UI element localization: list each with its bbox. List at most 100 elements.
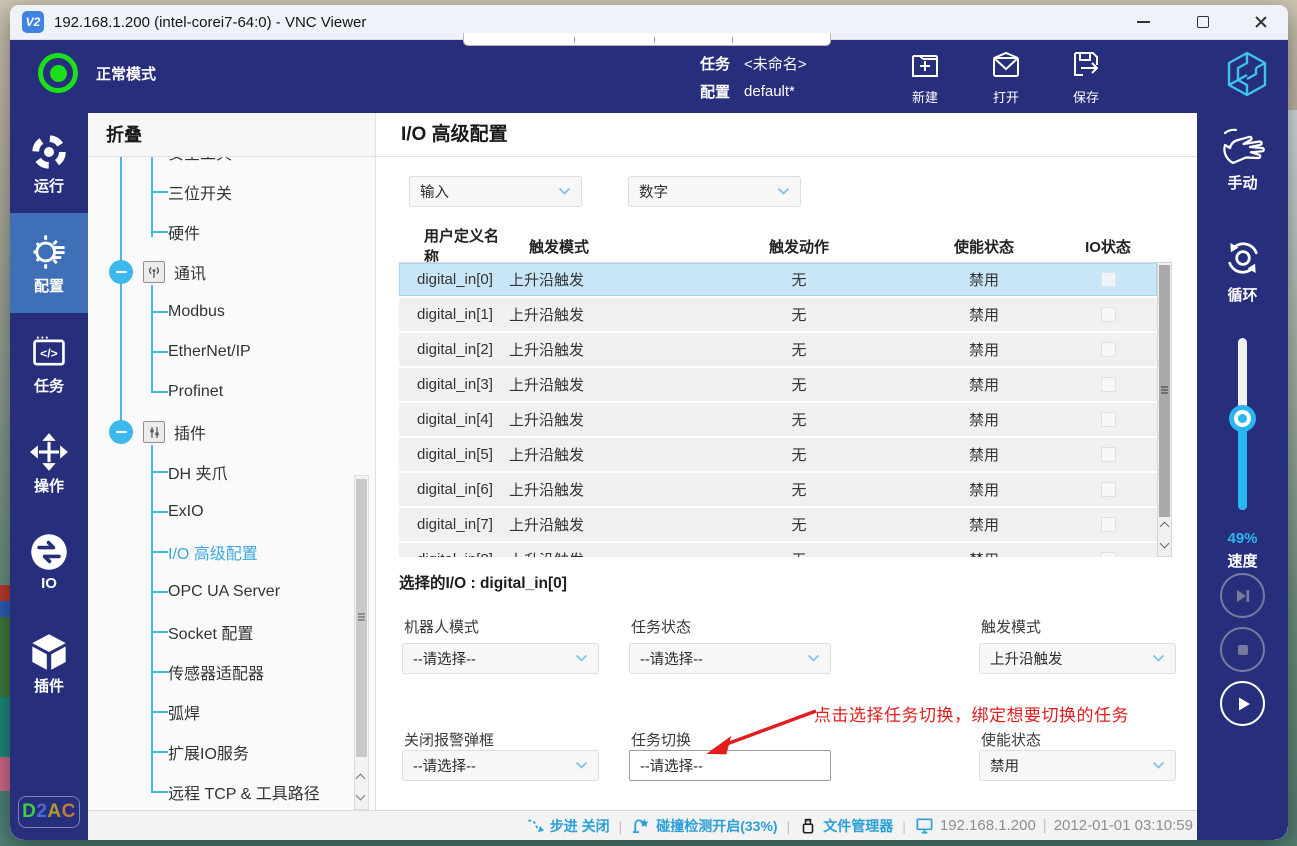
tree-item[interactable]: Profinet	[88, 372, 359, 412]
maximize-button[interactable]	[1181, 5, 1225, 39]
io-table-row[interactable]: digital_in[8]上升沿触发无禁用	[399, 543, 1157, 557]
io-direction-dropdown[interactable]: 输入	[409, 176, 582, 207]
task-status-dropdown[interactable]: --请选择--	[629, 643, 831, 674]
cycle-mode-button[interactable]: 循环	[1197, 235, 1288, 305]
d2ac-badge: D2AC	[18, 796, 80, 828]
dropdown-value: 输入	[420, 185, 449, 201]
minimize-button[interactable]	[1121, 5, 1165, 39]
table-scrollbar[interactable]	[1157, 262, 1172, 557]
io-table-row[interactable]: digital_in[1] 上升沿触发 无 禁用	[399, 298, 1157, 331]
trigger-action-cell: 无	[791, 377, 807, 394]
tree-item[interactable]: DH 夹爪	[88, 452, 359, 492]
io-name-cell: digital_in[1]	[417, 306, 493, 323]
tree-connector-tick	[151, 191, 168, 193]
config-label: 配置	[700, 83, 731, 101]
sidebar-item-task[interactable]: </> 任务	[10, 313, 88, 413]
enable-state-dropdown[interactable]: 禁用	[979, 750, 1176, 781]
desktop-wallpaper-fragment	[0, 601, 10, 617]
chevron-down-icon	[575, 761, 588, 769]
tree-item[interactable]: 三位开关	[88, 172, 359, 212]
trigger-mode-dropdown[interactable]: 上升沿触发	[979, 643, 1176, 674]
tree-collapse-header[interactable]: 折叠	[88, 113, 375, 157]
task-value: <未命名>	[744, 55, 807, 73]
task-config-info: 任务 <未命名> 配置 default*	[700, 49, 807, 105]
scroll-up-icon[interactable]	[1159, 521, 1170, 532]
step-status-text: 步进 关闭	[549, 817, 610, 834]
io-state-checkbox[interactable]	[1100, 482, 1116, 497]
open-button[interactable]: 打开	[968, 48, 1044, 106]
io-table-row[interactable]: digital_in[0] 上升沿触发 无 禁用	[399, 263, 1157, 296]
collapse-minus-icon[interactable]	[109, 420, 133, 444]
vnc-toolbar-tab[interactable]	[463, 33, 831, 46]
io-table-row[interactable]: digital_in[7] 上升沿触发 无 禁用	[399, 508, 1157, 541]
collision-detection-status[interactable]: 碰撞检测开启(33%)	[631, 816, 778, 836]
trigger-mode-cell: 上升沿触发	[509, 447, 585, 464]
datetime: 2012-01-01 03:10:59	[1053, 817, 1193, 834]
tree-item[interactable]: I/O 高级配置	[88, 532, 359, 572]
table-scrollbar-thumb[interactable]	[1159, 265, 1170, 517]
d2ac-letter: 2	[36, 801, 48, 822]
speed-slider-handle[interactable]	[1229, 405, 1256, 432]
tree-connector-tick	[151, 671, 168, 673]
sidebar-item-run[interactable]: 运行	[10, 113, 88, 213]
scroll-down-icon[interactable]	[1159, 538, 1170, 549]
collapse-minus-icon[interactable]	[109, 260, 133, 284]
tree-item[interactable]: EtherNet/IP	[88, 332, 359, 372]
robot-app: 正常模式 任务 <未命名> 配置 default* 新建 打开 保存 运行 配置…	[10, 40, 1288, 840]
manual-mode-button[interactable]: 手动	[1197, 127, 1288, 193]
step-status[interactable]: 步进 关闭	[526, 816, 610, 836]
close-button[interactable]	[1239, 5, 1283, 39]
stop-button[interactable]	[1220, 627, 1265, 672]
sidebar-item-label: 插件	[33, 678, 64, 695]
tree-item[interactable]: 硬件	[88, 212, 359, 252]
close-alarm-popup-dropdown[interactable]: --请选择--	[402, 750, 599, 781]
tree-item[interactable]: Socket 配置	[88, 612, 359, 652]
io-type-dropdown[interactable]: 数字	[628, 176, 801, 207]
tree-item[interactable]: 传感器适配器	[88, 652, 359, 692]
sidebar-item-plugin[interactable]: 插件	[10, 613, 88, 713]
tree-connector-tick	[151, 231, 168, 233]
io-table-row[interactable]: digital_in[3] 上升沿触发 无 禁用	[399, 368, 1157, 401]
enable-state-cell: 禁用	[968, 412, 999, 429]
io-table-row[interactable]: digital_in[6] 上升沿触发 无 禁用	[399, 473, 1157, 506]
io-state-checkbox[interactable]	[1100, 307, 1116, 322]
tree-item[interactable]: OPC UA Server	[88, 572, 359, 612]
tree-item[interactable]: 安全工具	[88, 157, 359, 172]
new-button[interactable]: 新建	[887, 48, 963, 106]
sidebar-item-operate[interactable]: 操作	[10, 413, 88, 513]
tree-item-label: I/O 高级配置	[168, 546, 258, 563]
tree-item[interactable]: 远程 TCP & 工具路径	[88, 772, 359, 810]
io-name-cell: digital_in[2]	[417, 341, 493, 358]
io-table-body: digital_in[0] 上升沿触发无禁用 digital_in[1] 上升沿触发无…	[399, 262, 1157, 557]
io-table-row[interactable]: digital_in[5] 上升沿触发 无 禁用	[399, 438, 1157, 471]
io-state-checkbox[interactable]	[1100, 272, 1116, 287]
play-button[interactable]	[1220, 681, 1265, 726]
tree-item[interactable]: 通讯	[88, 252, 359, 292]
io-state-checkbox[interactable]	[1100, 342, 1116, 357]
file-manager-button[interactable]: 文件管理器	[799, 816, 893, 836]
io-name-cell: digital_in[3]	[417, 376, 493, 393]
vnc-logo-icon: V2	[22, 11, 44, 33]
io-state-checkbox[interactable]	[1100, 517, 1116, 532]
tree-item[interactable]: Modbus	[88, 292, 359, 332]
io-table-row[interactable]: digital_in[4] 上升沿触发 无 禁用	[399, 403, 1157, 436]
new-folder-icon	[912, 55, 938, 77]
robot-mode-dropdown[interactable]: --请选择--	[402, 643, 599, 674]
tree-item[interactable]: 插件	[88, 412, 359, 452]
enable-state-cell: 禁用	[968, 517, 999, 534]
sidebar-item-io[interactable]: IO	[10, 513, 88, 613]
monitor-icon	[916, 818, 933, 834]
tree-item[interactable]: 弧焊	[88, 692, 359, 732]
dropdown-value: --请选择--	[640, 652, 703, 668]
step-forward-button[interactable]	[1220, 573, 1265, 618]
save-button[interactable]: 保存	[1048, 48, 1124, 106]
io-table-row[interactable]: digital_in[2] 上升沿触发 无 禁用	[399, 333, 1157, 366]
io-state-checkbox[interactable]	[1100, 552, 1116, 557]
sidebar-item-config[interactable]: 配置	[10, 213, 88, 313]
io-state-checkbox[interactable]	[1100, 412, 1116, 427]
tree-item[interactable]: ExIO	[88, 492, 359, 532]
tree-item[interactable]: 扩展IO服务	[88, 732, 359, 772]
annotation-text: 点击选择任务切换，绑定想要切换的任务	[814, 706, 1129, 725]
io-state-checkbox[interactable]	[1100, 447, 1116, 462]
io-state-checkbox[interactable]	[1100, 377, 1116, 392]
